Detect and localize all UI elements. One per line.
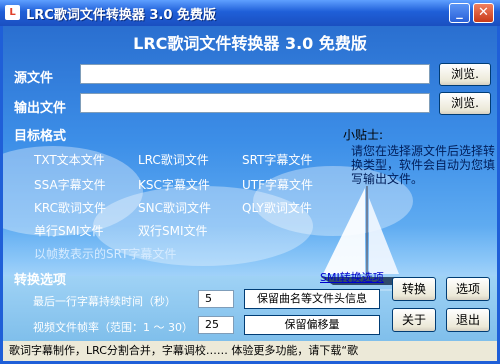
source-browse-button[interactable]: 浏览.	[439, 63, 491, 86]
about-button[interactable]: 关于	[392, 308, 436, 332]
format-smi-single[interactable]: 单行SMI文件	[34, 222, 104, 239]
format-snc[interactable]: SNC歌词文件	[138, 199, 211, 216]
format-krc[interactable]: KRC歌词文件	[34, 199, 106, 216]
format-ksc[interactable]: KSC字幕文件	[138, 176, 210, 193]
last-line-duration-input[interactable]: 5	[198, 290, 234, 308]
format-txt[interactable]: TXT文本文件	[34, 151, 105, 168]
app-window: L LRC歌词文件转换器 3.0 免费版 _ ✕ LRC歌词文件转换器 3.0 …	[0, 0, 500, 364]
title-bar[interactable]: L LRC歌词文件转换器 3.0 免费版 _ ✕	[0, 0, 500, 26]
format-srt[interactable]: SRT字幕文件	[242, 151, 312, 168]
format-srt-frames[interactable]: 以帧数表示的SRT字幕文件	[34, 245, 176, 262]
exit-button[interactable]: 退出	[446, 308, 490, 332]
close-button[interactable]: ✕	[473, 3, 494, 23]
source-file-input[interactable]	[80, 64, 430, 84]
format-ssa[interactable]: SSA字幕文件	[34, 176, 106, 193]
source-file-label: 源文件	[14, 71, 54, 86]
main-panel: LRC歌词文件转换器 3.0 免费版 源文件 浏览. 输出文件 浏览. 目标格式…	[3, 26, 497, 361]
conversion-options-label: 转换选项	[14, 273, 67, 288]
output-file-input[interactable]	[80, 93, 430, 113]
options-button[interactable]: 选项	[446, 277, 490, 301]
framerate-label: 视频文件帧率（范围：1 ～ 30）	[33, 321, 193, 334]
minimize-button[interactable]: _	[449, 3, 470, 23]
output-file-label: 输出文件	[14, 101, 67, 116]
keep-header-toggle[interactable]: 保留曲名等文件头信息	[244, 289, 380, 309]
format-smi-double[interactable]: 双行SMI文件	[138, 222, 208, 239]
format-lrc[interactable]: LRC歌词文件	[138, 151, 209, 168]
tip-title: 小贴士:	[343, 128, 384, 142]
last-line-duration-label: 最后一行字幕持续时间（秒）	[33, 295, 176, 308]
format-utf[interactable]: UTF字幕文件	[242, 176, 313, 193]
app-icon: L	[5, 5, 20, 20]
app-heading: LRC歌词文件转换器 3.0 免费版	[133, 34, 367, 53]
target-format-label: 目标格式	[14, 129, 67, 144]
status-bar: 歌词字幕制作，LRC分割合并，字幕调校…… 体验更多功能，请下载“歌	[3, 341, 497, 361]
convert-button[interactable]: 转换	[392, 277, 436, 301]
format-qly[interactable]: QLY歌词文件	[242, 199, 312, 216]
window-title: LRC歌词文件转换器 3.0 免费版	[26, 8, 216, 23]
smi-options-link[interactable]: SMI转换选项	[320, 269, 384, 285]
tip-text: 请您在选择源文件后选择转换类型，软件会自动为您填写输出文件。	[351, 144, 496, 186]
keep-offset-toggle[interactable]: 保留偏移量	[244, 315, 380, 335]
framerate-input[interactable]: 25	[198, 316, 234, 334]
output-browse-button[interactable]: 浏览.	[439, 92, 491, 115]
